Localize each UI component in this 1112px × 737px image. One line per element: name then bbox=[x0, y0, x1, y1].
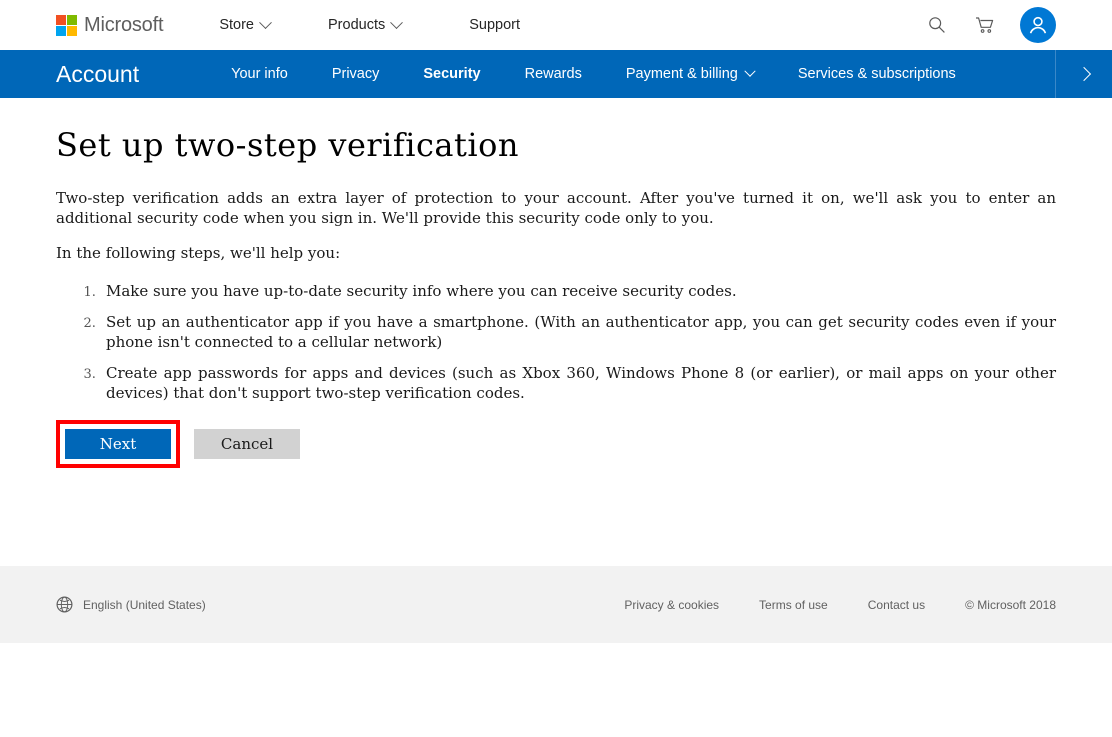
next-button[interactable]: Next bbox=[65, 429, 171, 459]
page-title: Set up two-step verification bbox=[56, 98, 1056, 164]
microsoft-logo-icon bbox=[56, 15, 77, 36]
language-label: English (United States) bbox=[83, 598, 206, 612]
shopping-cart-icon[interactable] bbox=[972, 12, 998, 38]
nav-item-store-label: Store bbox=[219, 17, 254, 33]
globe-icon bbox=[56, 596, 73, 613]
logo-square-yellow bbox=[67, 26, 77, 36]
account-nav-item-your-info-label: Your info bbox=[231, 50, 288, 98]
intro-paragraph: Two-step verification adds an extra laye… bbox=[56, 188, 1056, 228]
footer-link-privacy-cookies[interactable]: Privacy & cookies bbox=[624, 598, 719, 612]
footer-link-terms-of-use[interactable]: Terms of use bbox=[759, 598, 828, 612]
page-footer: English (United States) Privacy & cookie… bbox=[0, 566, 1112, 643]
header-actions bbox=[924, 0, 1056, 50]
account-nav-item-payment-billing-label: Payment & billing bbox=[626, 50, 738, 98]
copyright-text: © Microsoft 2018 bbox=[965, 598, 1056, 612]
nav-item-products-label: Products bbox=[328, 17, 385, 33]
microsoft-wordmark: Microsoft bbox=[84, 15, 163, 35]
chevron-down-icon bbox=[744, 66, 755, 77]
account-nav-item-services-subscriptions-label: Services & subscriptions bbox=[798, 50, 956, 98]
main-content: Set up two-step verification Two-step ve… bbox=[0, 98, 1112, 468]
language-selector[interactable]: English (United States) bbox=[56, 596, 206, 613]
account-nav-links: Your info Privacy Security Rewards Payme… bbox=[209, 50, 978, 98]
account-nav-item-rewards-label: Rewards bbox=[525, 50, 582, 98]
list-item: Create app passwords for apps and device… bbox=[100, 363, 1056, 403]
account-nav-item-security-label: Security bbox=[423, 50, 480, 98]
list-item: Make sure you have up-to-date security i… bbox=[100, 281, 1056, 301]
logo-square-green bbox=[67, 15, 77, 25]
highlight-annotation: Next bbox=[56, 420, 180, 468]
global-nav: Store Products Support bbox=[205, 17, 534, 33]
account-nav-item-payment-billing[interactable]: Payment & billing bbox=[604, 50, 776, 98]
page-section-title: Account bbox=[56, 61, 139, 88]
cancel-button[interactable]: Cancel bbox=[194, 429, 300, 459]
nav-item-support[interactable]: Support bbox=[455, 17, 534, 33]
footer-link-contact-us[interactable]: Contact us bbox=[868, 598, 925, 612]
microsoft-logo[interactable]: Microsoft bbox=[56, 15, 163, 36]
search-icon[interactable] bbox=[924, 12, 950, 38]
chevron-down-icon bbox=[259, 16, 272, 29]
action-buttons: Next Cancel bbox=[56, 420, 1056, 468]
account-nav-bar: Account Your info Privacy Security Rewar… bbox=[0, 50, 1112, 98]
account-nav-item-security[interactable]: Security bbox=[401, 50, 502, 98]
global-header: Microsoft Store Products Support bbox=[0, 0, 1112, 50]
list-item: Set up an authenticator app if you have … bbox=[100, 312, 1056, 352]
account-nav-item-rewards[interactable]: Rewards bbox=[503, 50, 604, 98]
nav-overflow-button[interactable] bbox=[1055, 50, 1112, 98]
logo-square-red bbox=[56, 15, 66, 25]
user-account-icon bbox=[1026, 13, 1050, 37]
logo-square-blue bbox=[56, 26, 66, 36]
avatar[interactable] bbox=[1020, 7, 1056, 43]
footer-links: Privacy & cookies Terms of use Contact u… bbox=[624, 598, 1056, 612]
account-nav-item-privacy[interactable]: Privacy bbox=[310, 50, 402, 98]
nav-item-store[interactable]: Store bbox=[205, 17, 284, 33]
account-nav-item-your-info[interactable]: Your info bbox=[209, 50, 310, 98]
account-nav-item-privacy-label: Privacy bbox=[332, 50, 380, 98]
nav-item-support-label: Support bbox=[469, 17, 520, 33]
steps-list: Make sure you have up-to-date security i… bbox=[56, 281, 1056, 403]
chevron-down-icon bbox=[390, 16, 403, 29]
steps-lead-in: In the following steps, we'll help you: bbox=[56, 243, 1056, 263]
chevron-right-icon bbox=[1077, 67, 1091, 81]
nav-item-products[interactable]: Products bbox=[314, 17, 415, 33]
account-nav-item-services-subscriptions[interactable]: Services & subscriptions bbox=[776, 50, 978, 98]
